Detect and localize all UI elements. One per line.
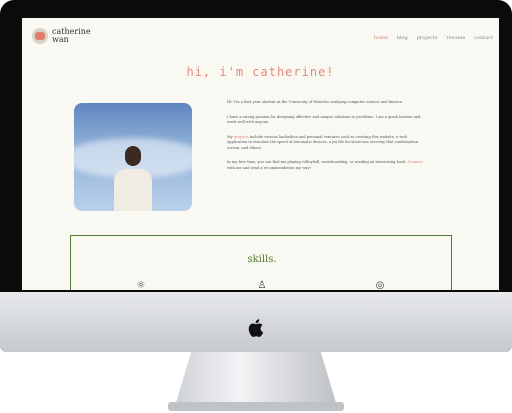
logo-mark-icon — [32, 28, 48, 44]
nav-projects[interactable]: projects — [417, 35, 438, 41]
bio-p4-pre: In my free time, you can find me playing… — [227, 160, 408, 164]
circles-icon: ◎ — [375, 280, 385, 290]
bio-paragraph-2: I have a strong passion for designing ef… — [227, 114, 421, 125]
imac-monitor: catherine wan home blog projects resume … — [0, 0, 512, 413]
profile-photo — [74, 103, 192, 211]
photo-person-head — [125, 146, 141, 166]
projects-link[interactable]: projects — [234, 135, 249, 139]
logo-text: catherine wan — [52, 28, 91, 44]
monitor-stand — [175, 352, 337, 406]
nav-blog[interactable]: blog — [397, 35, 408, 41]
website-screen: catherine wan home blog projects resume … — [22, 18, 499, 290]
nav-resume[interactable]: resume — [446, 35, 465, 41]
hero-title: hi, i'm catherine! — [186, 65, 335, 79]
bio-text: Hi! I'm a first year student at the Univ… — [227, 100, 427, 180]
site-logo[interactable]: catherine wan — [32, 28, 91, 44]
nav-contact[interactable]: contact — [474, 35, 493, 41]
bio-p3-pre: My — [227, 134, 234, 139]
skills-title: skills. — [247, 254, 277, 265]
bio-paragraph-4: In my free time, you can find me playing… — [227, 160, 427, 171]
lightbulb-icon: ☼ — [136, 280, 146, 290]
bio-paragraph-1: Hi! I'm a first year student at the Univ… — [227, 100, 404, 104]
logo-line2: wan — [52, 35, 69, 44]
bio-paragraph-3: My projects include various hackathon an… — [227, 135, 427, 152]
apple-logo-icon — [248, 319, 264, 337]
photo-person-body — [114, 169, 152, 211]
main-nav: home blog projects resume contact — [374, 35, 493, 41]
team-icon: ♙ — [257, 280, 267, 290]
skills-section: skills. ☼ ♙ ◎ — [70, 235, 452, 290]
nav-home[interactable]: home — [374, 35, 388, 41]
monitor-stand-base — [168, 402, 344, 411]
bio-p4-post: with me and send a recommendation my way… — [227, 165, 311, 170]
bio-p3-post: include various hackathon and personal v… — [227, 134, 419, 150]
connect-link[interactable]: Connect — [408, 160, 423, 164]
